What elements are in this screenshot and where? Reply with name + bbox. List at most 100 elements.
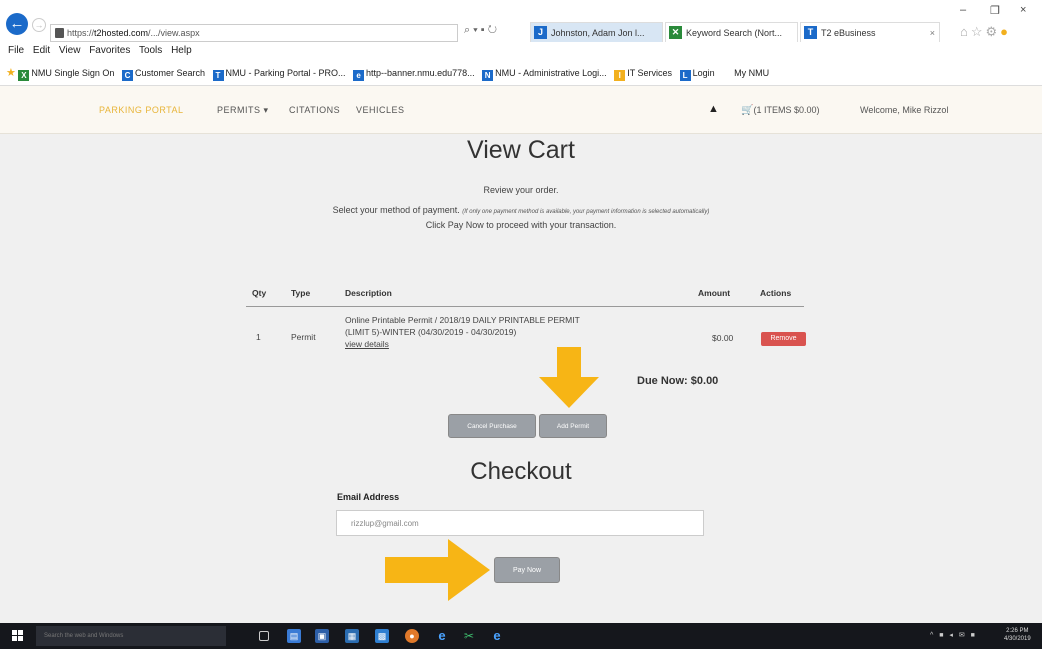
- browser-address-bar-row: ← → https://t2hosted.com/.../view.aspx ⌕…: [0, 0, 1042, 42]
- email-field[interactable]: [336, 510, 704, 536]
- close-window-icon[interactable]: ×: [1020, 4, 1026, 16]
- nav-vehicles[interactable]: VEHICLES: [356, 105, 405, 115]
- favorite-label: NMU - Parking Portal - PRO...: [225, 68, 346, 78]
- outlook-icon[interactable]: ▦: [345, 629, 359, 643]
- forward-arrow-icon[interactable]: →: [32, 18, 46, 32]
- favorite-admin-login[interactable]: N NMU - Administrative Logi...: [482, 60, 607, 85]
- browser-menu-bar: File Edit View Favorites Tools Help: [0, 42, 1042, 60]
- windows-start-icon[interactable]: [12, 630, 24, 642]
- cancel-purchase-button[interactable]: Cancel Purchase: [448, 414, 536, 438]
- url-bar[interactable]: https://t2hosted.com/.../view.aspx: [50, 24, 458, 42]
- cart-summary: (1 ITEMS $0.00): [753, 105, 820, 115]
- minimize-icon[interactable]: –: [960, 4, 966, 16]
- taskbar-clock[interactable]: 2:26 PM 4/30/2019: [1004, 627, 1031, 643]
- close-tab-icon[interactable]: ×: [930, 23, 935, 42]
- favorite-icon: I: [614, 70, 626, 81]
- snipping-tool-icon[interactable]: ✂: [462, 629, 476, 643]
- favorite-label: Login: [692, 68, 715, 78]
- favorite-login[interactable]: L Login: [679, 60, 715, 85]
- add-permit-button[interactable]: Add Permit: [539, 414, 607, 438]
- review-text: Review your order.: [483, 185, 559, 195]
- brand-parking-portal[interactable]: PARKING PORTAL: [99, 105, 184, 115]
- page-bottom-strip: [0, 611, 1042, 623]
- table-header-divider: [246, 306, 804, 307]
- cart-link[interactable]: 🛒(1 ITEMS $0.00): [741, 105, 819, 116]
- down-arrow-annotation-icon: [539, 347, 599, 408]
- menu-tools[interactable]: Tools: [139, 45, 162, 56]
- welcome-user[interactable]: Welcome, Mike Rizzol: [860, 105, 948, 115]
- refresh-icon[interactable]: ↻: [488, 24, 500, 36]
- task-view-icon[interactable]: [259, 631, 269, 641]
- header-type: Type: [291, 288, 311, 298]
- checkout-title: Checkout: [470, 458, 572, 485]
- browser-tab-keyword-search[interactable]: ✕ Keyword Search (Nort...: [665, 22, 798, 42]
- view-details-link[interactable]: view details: [345, 338, 665, 350]
- header-qty: Qty: [252, 288, 267, 298]
- home-icon[interactable]: ⌂: [960, 24, 971, 39]
- favorites-star-icon[interactable]: ☆: [971, 24, 986, 39]
- bell-icon[interactable]: ▲: [708, 103, 719, 115]
- browser-toolbar-icons: ⌂☆⚙●: [960, 24, 1011, 40]
- cart-icon: 🛒: [741, 105, 754, 116]
- pay-now-button[interactable]: Pay Now: [494, 557, 560, 583]
- remove-button[interactable]: Remove: [761, 332, 806, 346]
- menu-view[interactable]: View: [59, 45, 81, 56]
- restore-icon[interactable]: ❐: [990, 4, 1000, 17]
- url-path: /.../view.aspx: [148, 28, 200, 38]
- back-arrow-icon[interactable]: ←: [6, 13, 28, 35]
- favorite-it-services[interactable]: I IT Services: [614, 60, 673, 85]
- search-icon[interactable]: ⌕: [464, 24, 473, 36]
- feedback-smiley-icon[interactable]: ●: [1000, 24, 1011, 39]
- site-favicon-icon: [55, 28, 64, 38]
- favorite-banner[interactable]: e http--banner.nmu.edu778...: [353, 60, 475, 85]
- favorite-my-nmu[interactable]: My NMU: [734, 60, 769, 85]
- favorite-customer-search[interactable]: C Customer Search: [121, 60, 205, 85]
- app-icon[interactable]: ▩: [375, 629, 389, 643]
- favorite-nmu-sso[interactable]: X NMU Single Sign On: [18, 60, 115, 85]
- chrome-icon[interactable]: ●: [405, 629, 419, 643]
- file-explorer-icon[interactable]: ▤: [287, 629, 301, 643]
- favorite-parking-portal[interactable]: T NMU - Parking Portal - PRO...: [212, 60, 346, 85]
- site-navbar: PARKING PORTAL PERMITS ▾ CITATIONS VEHIC…: [0, 86, 1042, 134]
- tab-favicon-icon: ✕: [669, 26, 682, 39]
- menu-file[interactable]: File: [8, 45, 24, 56]
- menu-favorites[interactable]: Favorites: [89, 45, 130, 56]
- url-actions[interactable]: ⌕▾▪↻: [464, 24, 500, 37]
- due-now-total: Due Now: $0.00: [637, 375, 719, 387]
- favorite-label: NMU Single Sign On: [31, 68, 115, 78]
- favorite-label: NMU - Administrative Logi...: [495, 68, 607, 78]
- browser-tab-johnston[interactable]: J Johnston, Adam Jon l...: [530, 22, 663, 42]
- internet-explorer-icon[interactable]: e: [435, 629, 449, 643]
- nav-permits[interactable]: PERMITS ▾: [217, 105, 269, 116]
- right-arrow-annotation-icon: [385, 539, 490, 601]
- menu-edit[interactable]: Edit: [33, 45, 50, 56]
- method-label: Select your method of payment.: [332, 205, 460, 215]
- header-description: Description: [345, 288, 392, 298]
- favorites-star-icon[interactable]: ★: [6, 67, 16, 79]
- favorite-label: IT Services: [627, 68, 673, 78]
- settings-gear-icon[interactable]: ⚙: [986, 24, 1001, 39]
- favorite-icon: C: [121, 70, 133, 81]
- windows-taskbar: Search the web and Windows ▤ ▣ ▦ ▩ ● e ✂…: [0, 623, 1042, 649]
- tab-favicon-icon: J: [534, 26, 547, 39]
- email-address-label: Email Address: [337, 492, 400, 502]
- method-note: (If only one payment method is available…: [462, 209, 710, 215]
- system-tray[interactable]: ^ ■ ◂ ✉ ■: [930, 631, 977, 639]
- favorite-icon: X: [18, 70, 30, 81]
- cell-type: Permit: [291, 332, 316, 342]
- browser-tab-t2-ebusiness[interactable]: T T2 eBusiness ×: [800, 22, 940, 42]
- store-icon[interactable]: ▣: [315, 629, 329, 643]
- favorite-label: http--banner.nmu.edu778...: [366, 68, 475, 78]
- lock-icon: ▪: [480, 24, 488, 36]
- edge-icon[interactable]: e: [490, 629, 504, 643]
- clock-time: 2:26 PM: [1006, 628, 1029, 634]
- taskbar-search-input[interactable]: Search the web and Windows: [36, 626, 226, 646]
- dropdown-icon[interactable]: ▾: [473, 24, 481, 36]
- tab-label: T2 eBusiness: [821, 28, 876, 38]
- url-prefix: https://: [67, 28, 95, 38]
- page-title: View Cart: [467, 136, 575, 164]
- nav-citations[interactable]: CITATIONS: [289, 105, 340, 115]
- tab-favicon-icon: T: [804, 26, 817, 39]
- menu-help[interactable]: Help: [171, 45, 192, 56]
- favorite-icon: L: [679, 70, 691, 81]
